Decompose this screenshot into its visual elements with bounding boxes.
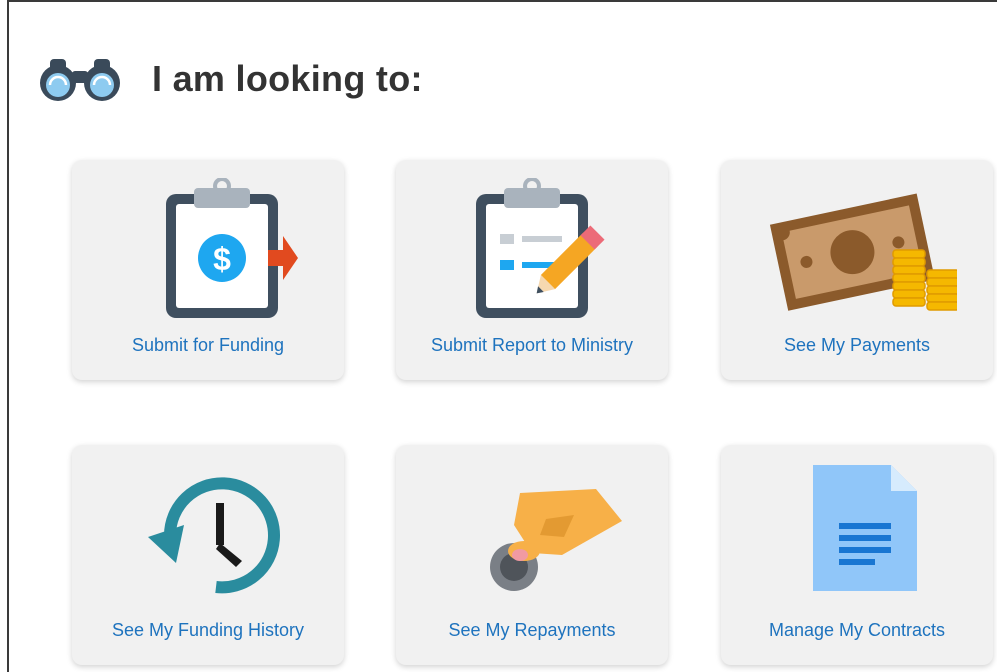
tile-label[interactable]: Manage My Contracts (721, 620, 993, 641)
svg-text:$: $ (213, 241, 231, 277)
see-my-payments-tile[interactable]: See My Payments (721, 160, 993, 380)
money-coins-icon (721, 178, 993, 318)
submit-report-tile[interactable]: Submit Report to Ministry (396, 160, 668, 380)
options-panel: I am looking to: $ Submit for Funding Su… (7, 0, 997, 672)
see-my-repayments-tile[interactable]: See My Repayments (396, 445, 668, 665)
binoculars-icon (36, 57, 124, 101)
tile-label[interactable]: See My Funding History (72, 620, 344, 641)
submit-for-funding-tile[interactable]: $ Submit for Funding (72, 160, 344, 380)
manage-my-contracts-tile[interactable]: Manage My Contracts (721, 445, 993, 665)
tile-label[interactable]: See My Repayments (396, 620, 668, 641)
history-clock-icon (72, 463, 344, 603)
section-header: I am looking to: (36, 57, 423, 101)
tile-label[interactable]: Submit Report to Ministry (396, 335, 668, 356)
clipboard-dollar-arrow-icon: $ (72, 178, 344, 318)
document-icon (721, 463, 993, 603)
tile-label[interactable]: See My Payments (721, 335, 993, 356)
clipboard-pencil-icon (396, 178, 668, 318)
page-title: I am looking to: (152, 58, 423, 99)
tile-label[interactable]: Submit for Funding (72, 335, 344, 356)
hand-coin-icon (396, 463, 668, 603)
see-my-funding-history-tile[interactable]: See My Funding History (72, 445, 344, 665)
